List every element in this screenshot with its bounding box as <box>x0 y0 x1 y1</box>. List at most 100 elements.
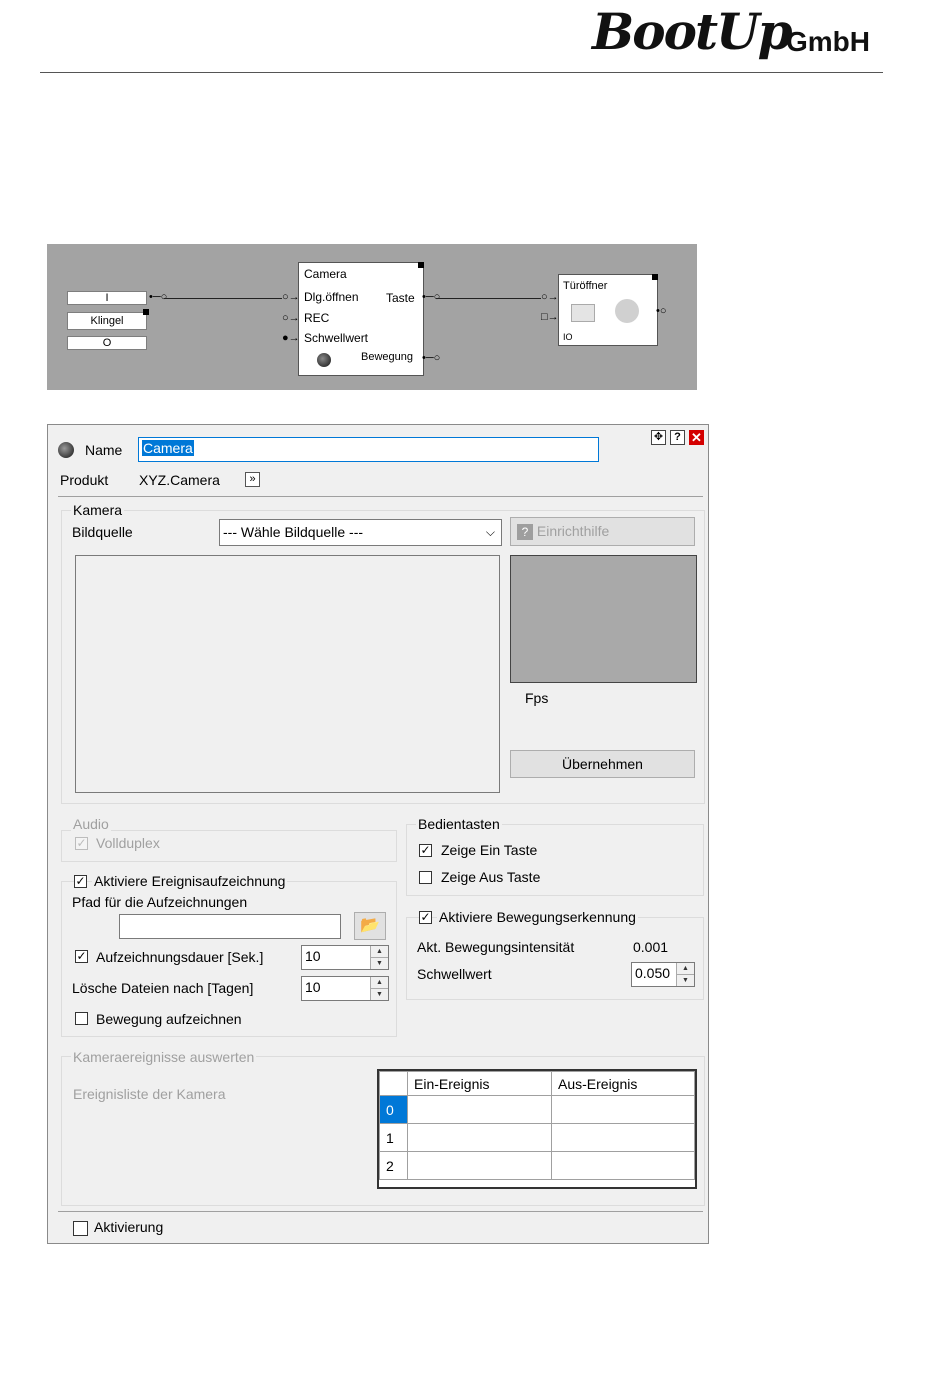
spinner[interactable]: ▲ ▼ <box>370 946 388 969</box>
name-field[interactable]: Camera <box>138 437 599 462</box>
ereignisaufzeichnung-label: Aktiviere Ereignisaufzeichnung <box>92 873 288 889</box>
loesche-value: 10 <box>305 979 321 995</box>
bewegung-group <box>406 917 704 1000</box>
door-block-footer: IO <box>563 332 573 342</box>
vollduplex-label: Vollduplex <box>96 835 160 851</box>
wire <box>164 298 282 299</box>
row-index[interactable]: 2 <box>379 1151 408 1180</box>
aktivierung-checkbox[interactable] <box>73 1221 88 1236</box>
setup-assistant-label: Einrichthilfe <box>536 523 610 539</box>
input-label-field[interactable]: Klingel <box>67 312 147 330</box>
schwellwert-stepper[interactable]: 0.050 ▲ ▼ <box>631 962 695 987</box>
header-divider <box>40 72 883 73</box>
zeige-ein-checkbox[interactable]: ✓ <box>419 844 432 857</box>
apply-button[interactable]: Übernehmen <box>510 750 695 778</box>
loesche-stepper[interactable]: 10 ▲ ▼ <box>301 976 389 1001</box>
input-connector-icon[interactable]: ●→ <box>282 333 300 344</box>
camera-snapshot <box>510 555 697 683</box>
kameraereignisse-group-title: Kameraereignisse auswerten <box>71 1049 257 1065</box>
table-row[interactable]: 2 <box>379 1151 695 1180</box>
pfad-input[interactable] <box>119 914 341 939</box>
divider <box>58 1211 703 1212</box>
bewegung-aufzeichnen-label: Bewegung aufzeichnen <box>96 1011 242 1027</box>
camera-input-rec: REC <box>304 311 330 325</box>
row-index[interactable]: 1 <box>379 1123 408 1152</box>
name-field-value: Camera <box>142 440 194 456</box>
camera-properties-dialog: ✥ ? ✕ Name Camera Produkt XYZ.Camera » K… <box>47 424 709 1244</box>
bildquelle-select[interactable]: --- Wähle Bildquelle --- ⌵ <box>219 519 502 546</box>
input-connector-icon[interactable]: ○→ <box>282 292 300 303</box>
folder-open-icon[interactable]: 📂 <box>354 912 386 940</box>
input-connector-icon[interactable]: ○→ <box>541 292 559 303</box>
table-cell[interactable] <box>551 1123 695 1152</box>
table-row[interactable]: 1 <box>379 1123 695 1152</box>
vollduplex-checkbox: ✓ <box>75 836 88 850</box>
schwellwert-label: Schwellwert <box>417 966 492 982</box>
fps-label: Fps <box>525 690 549 706</box>
block-corner-marker <box>418 262 424 268</box>
product-value: XYZ.Camera <box>139 472 220 488</box>
input-field-top[interactable]: I <box>67 291 147 305</box>
intensitaet-label: Akt. Bewegungsintensität <box>417 939 575 955</box>
setup-assistant-button: ? Einrichthilfe <box>510 517 695 546</box>
zeige-aus-checkbox[interactable] <box>419 871 432 884</box>
aufzeichnungsdauer-stepper[interactable]: 10 ▲ ▼ <box>301 945 389 970</box>
aufzeichnungsdauer-value: 10 <box>305 948 321 964</box>
divider <box>58 496 703 497</box>
row-index[interactable]: 0 <box>379 1095 408 1124</box>
table-cell[interactable] <box>407 1151 552 1180</box>
camera-input-dlg: Dlg.öffnen <box>304 290 359 304</box>
table-cell[interactable] <box>407 1123 552 1152</box>
bildquelle-select-value: --- Wähle Bildquelle --- <box>223 524 364 540</box>
column-header[interactable]: Aus-Ereignis <box>551 1071 695 1096</box>
company-logo-suffix: GmbH <box>786 26 870 57</box>
door-block-title: Türöffner <box>563 280 608 292</box>
camera-output-bewegung: Bewegung <box>361 351 413 363</box>
table-cell[interactable] <box>407 1095 552 1124</box>
camera-block-title: Camera <box>304 267 347 281</box>
spin-up-icon[interactable]: ▲ <box>371 946 388 958</box>
move-icon[interactable]: ✥ <box>651 430 666 445</box>
spinner[interactable]: ▲ ▼ <box>676 963 694 986</box>
output-connector-icon[interactable]: •─○ <box>422 353 440 364</box>
bildquelle-label: Bildquelle <box>72 524 133 540</box>
product-details-button[interactable]: » <box>245 472 260 487</box>
bewegung-aufzeichnen-checkbox[interactable] <box>75 1012 88 1025</box>
spin-down-icon[interactable]: ▼ <box>371 958 388 970</box>
spinner[interactable]: ▲ ▼ <box>370 977 388 1000</box>
logic-diagram: I Klingel O •─○ Camera Dlg.öffnen REC Sc… <box>47 244 697 390</box>
block-corner-marker <box>652 274 658 280</box>
zeige-ein-label: Zeige Ein Taste <box>441 842 538 858</box>
camera-block[interactable]: Camera Dlg.öffnen REC Schwellwert Taste … <box>298 262 424 376</box>
table-cell[interactable] <box>551 1151 695 1180</box>
bedientasten-group-title: Bedientasten <box>416 816 502 832</box>
kamera-group-title: Kamera <box>71 502 125 518</box>
ereignisliste-label: Ereignisliste der Kamera <box>73 1086 226 1102</box>
company-logo: BootUp <box>592 2 793 61</box>
help-icon[interactable]: ? <box>670 430 685 445</box>
door-opener-block[interactable]: Türöffner IO <box>558 274 658 346</box>
spin-up-icon[interactable]: ▲ <box>677 963 694 975</box>
aufzeichnungsdauer-checkbox[interactable]: ✓ <box>75 950 88 963</box>
spin-down-icon[interactable]: ▼ <box>371 989 388 1001</box>
input-field-bottom[interactable]: O <box>67 336 147 350</box>
ereignisaufzeichnung-checkbox[interactable]: ✓ <box>74 875 87 888</box>
input-connector-icon[interactable]: ○→ <box>282 313 300 324</box>
input-connector-icon[interactable]: □→ <box>541 312 559 323</box>
intensitaet-value: 0.001 <box>633 939 669 955</box>
table-cell[interactable] <box>551 1095 695 1124</box>
table-row[interactable]: 0 <box>379 1095 695 1124</box>
close-icon[interactable]: ✕ <box>689 430 704 445</box>
video-preview-area[interactable] <box>75 555 500 793</box>
bewegungserkennung-label: Aktiviere Bewegungserkennung <box>437 909 638 925</box>
spin-up-icon[interactable]: ▲ <box>371 977 388 989</box>
wire <box>436 298 541 299</box>
spin-down-icon[interactable]: ▼ <box>677 975 694 987</box>
output-connector-icon[interactable]: •○ <box>656 306 667 317</box>
bewegungserkennung-checkbox[interactable]: ✓ <box>419 911 432 924</box>
ereignis-table: Ein-Ereignis Aus-Ereignis 0 1 2 <box>379 1071 695 1180</box>
column-header[interactable]: Ein-Ereignis <box>407 1071 552 1096</box>
camera-icon <box>58 442 74 458</box>
table-header-row: Ein-Ereignis Aus-Ereignis <box>379 1071 695 1096</box>
camera-input-schwellwert: Schwellwert <box>304 331 369 345</box>
